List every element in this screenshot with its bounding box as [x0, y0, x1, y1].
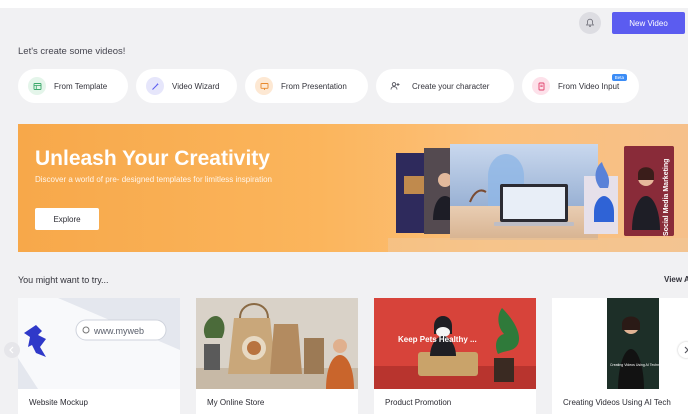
card-label: My Online Store: [207, 398, 265, 407]
from-template-label: From Template: [54, 81, 108, 91]
card-product-promotion[interactable]: Keep Pets Healthy ... Product Promotion: [374, 298, 536, 414]
from-template-button[interactable]: From Template: [18, 69, 128, 103]
video-wizard-label: Video Wizard: [172, 81, 220, 91]
from-video-input-label: From Video Input: [558, 81, 620, 91]
scroll-left-button[interactable]: [4, 342, 20, 358]
chevron-right-icon: [684, 346, 688, 354]
greeting-text: Let's create some videos!: [18, 46, 126, 57]
card-thumbnail: www.myweb: [18, 298, 180, 389]
hero-banner: Unleash Your Creativity Discover a world…: [18, 124, 688, 252]
card-thumbnail: Creating Videos Using AI Technology: [552, 298, 688, 389]
card-thumb-text: Creating Videos Using AI Technology: [610, 363, 668, 367]
card-label: Website Mockup: [29, 398, 88, 407]
card-my-online-store[interactable]: My Online Store: [196, 298, 358, 414]
card-thumbnail: Keep Pets Healthy ...: [374, 298, 536, 389]
hero-title: Unleash Your Creativity: [35, 147, 270, 170]
scroll-right-button[interactable]: [678, 342, 688, 358]
card-label: Product Promotion: [385, 398, 452, 407]
video-wizard-button[interactable]: Video Wizard: [136, 69, 237, 103]
create-character-label: Create your character: [412, 81, 490, 91]
hero-subtitle: Discover a world of pre- designed templa…: [35, 175, 272, 184]
new-video-button[interactable]: New Video: [612, 12, 685, 34]
from-video-input-button[interactable]: From Video Input Beta: [522, 69, 639, 103]
template-icon: [28, 77, 46, 95]
bell-icon-glyph: [585, 18, 595, 27]
beta-badge: Beta: [611, 74, 627, 81]
character-icon: [386, 77, 404, 95]
explore-button[interactable]: Explore: [35, 208, 99, 230]
presentation-icon: [255, 77, 273, 95]
card-thumbnail: [196, 298, 358, 389]
card-website-mockup[interactable]: www.myweb Website Mockup: [18, 298, 180, 414]
card-thumb-text: Keep Pets Healthy ...: [398, 335, 477, 344]
view-all-link[interactable]: View All: [664, 275, 688, 284]
from-presentation-label: From Presentation: [281, 81, 347, 91]
from-presentation-button[interactable]: From Presentation: [245, 69, 368, 103]
card-label: Creating Videos Using AI Tech: [563, 398, 671, 407]
card-thumb-text: www.myweb: [93, 326, 144, 336]
suggestions-title: You might want to try...: [18, 275, 109, 285]
chevron-left-icon: [9, 346, 14, 354]
create-character-button[interactable]: Create your character: [376, 69, 514, 103]
card-ai-tech[interactable]: Creating Videos Using AI Technology Crea…: [552, 298, 688, 414]
wizard-icon: [146, 77, 164, 95]
hero-art-caption: Social Media Marketing: [663, 159, 670, 236]
hero-illustration: Social Media Marketing: [388, 144, 688, 252]
video-input-icon: [532, 77, 550, 95]
bell-icon[interactable]: [579, 12, 601, 34]
